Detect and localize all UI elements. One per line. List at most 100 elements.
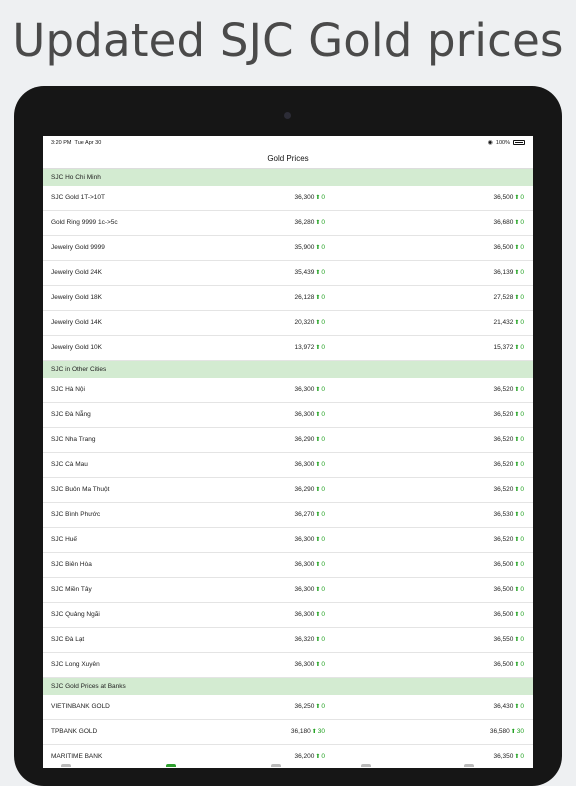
- price-row[interactable]: SJC Long Xuyên 36,300⬆0 36,500⬆0: [43, 653, 533, 678]
- sell-price: 36,520⬆0: [493, 453, 524, 477]
- up-arrow-icon: ⬆: [514, 462, 520, 468]
- price-row[interactable]: Jewelry Gold 18K 26,128⬆0 27,528⬆0: [43, 286, 533, 311]
- buy-value: 36,300: [294, 536, 315, 543]
- price-row[interactable]: Jewelry Gold 9999 35,900⬆0 36,500⬆0: [43, 236, 533, 261]
- up-arrow-icon: ⬆: [315, 387, 321, 393]
- buy-change: 0: [321, 411, 325, 418]
- buy-value: 36,280: [294, 219, 315, 226]
- price-row[interactable]: SJC Đà Nẵng 36,300⬆0 36,520⬆0: [43, 403, 533, 428]
- buy-change: 0: [321, 194, 325, 201]
- price-row[interactable]: VIETINBANK GOLD 36,250⬆0 36,430⬆0: [43, 695, 533, 720]
- sell-change: 0: [520, 411, 524, 418]
- up-arrow-icon: ⬆: [514, 662, 520, 668]
- gold-type-name: Jewelry Gold 24K: [51, 269, 102, 276]
- up-arrow-icon: ⬆: [514, 704, 520, 710]
- buy-price: 36,300⬆0: [294, 403, 325, 427]
- price-row[interactable]: SJC Bình Phước 36,270⬆0 36,530⬆0: [43, 503, 533, 528]
- gold-type-name: SJC Buôn Ma Thuột: [51, 486, 110, 493]
- tab-icon[interactable]: [61, 764, 71, 767]
- tab-icon[interactable]: [271, 764, 281, 767]
- price-row[interactable]: Jewelry Gold 10K 13,972⬆0 15,372⬆0: [43, 336, 533, 361]
- sell-value: 36,500: [493, 586, 514, 593]
- sell-value: 36,430: [493, 703, 514, 710]
- buy-price: 13,972⬆0: [294, 336, 325, 360]
- sell-price: 36,520⬆0: [493, 528, 524, 552]
- buy-change: 0: [321, 461, 325, 468]
- sell-change: 0: [520, 703, 524, 710]
- buy-change: 0: [321, 536, 325, 543]
- sell-change: 0: [520, 194, 524, 201]
- up-arrow-icon: ⬆: [315, 562, 321, 568]
- up-arrow-icon: ⬆: [510, 729, 516, 735]
- up-arrow-icon: ⬆: [514, 220, 520, 226]
- price-row[interactable]: SJC Nha Trang 36,290⬆0 36,520⬆0: [43, 428, 533, 453]
- buy-change: 0: [321, 386, 325, 393]
- buy-value: 36,300: [294, 386, 315, 393]
- up-arrow-icon: ⬆: [514, 320, 520, 326]
- price-row[interactable]: SJC Hà Nội 36,300⬆0 36,520⬆0: [43, 378, 533, 403]
- sell-price: 36,520⬆0: [493, 403, 524, 427]
- buy-price: 36,300⬆0: [294, 186, 325, 210]
- tab-icon[interactable]: [166, 764, 176, 767]
- buy-value: 36,270: [294, 511, 315, 518]
- sell-change: 0: [520, 436, 524, 443]
- price-row[interactable]: SJC Quảng Ngãi 36,300⬆0 36,500⬆0: [43, 603, 533, 628]
- sell-change: 0: [520, 319, 524, 326]
- buy-value: 36,300: [294, 586, 315, 593]
- buy-change: 0: [321, 436, 325, 443]
- price-row[interactable]: SJC Gold 1T->10T 36,300⬆0 36,500⬆0: [43, 186, 533, 211]
- sell-change: 0: [520, 636, 524, 643]
- sell-value: 36,520: [493, 461, 514, 468]
- gold-type-name: Gold Ring 9999 1c->5c: [51, 219, 118, 226]
- sell-price: 36,580⬆30: [490, 720, 524, 744]
- price-row[interactable]: SJC Buôn Ma Thuột 36,290⬆0 36,520⬆0: [43, 478, 533, 503]
- up-arrow-icon: ⬆: [315, 220, 321, 226]
- up-arrow-icon: ⬆: [315, 637, 321, 643]
- gold-type-name: SJC Miền Tây: [51, 586, 92, 593]
- price-list[interactable]: SJC Ho Chi Minh SJC Gold 1T->10T 36,300⬆0 3…: [43, 169, 533, 768]
- sell-price: 36,500⬆0: [493, 236, 524, 260]
- gold-type-name: Jewelry Gold 14K: [51, 319, 102, 326]
- sell-price: 21,432⬆0: [493, 311, 524, 335]
- status-time: 3:20 PM: [51, 140, 72, 146]
- sell-value: 36,350: [493, 753, 514, 760]
- price-row[interactable]: Jewelry Gold 24K 35,439⬆0 36,139⬆0: [43, 261, 533, 286]
- price-row[interactable]: Gold Ring 9999 1c->5c 36,280⬆0 36,680⬆0: [43, 211, 533, 236]
- up-arrow-icon: ⬆: [315, 612, 321, 618]
- tab-icon[interactable]: [464, 764, 474, 767]
- up-arrow-icon: ⬆: [315, 512, 321, 518]
- price-row[interactable]: Jewelry Gold 14K 20,320⬆0 21,432⬆0: [43, 311, 533, 336]
- buy-change: 0: [321, 753, 325, 760]
- price-row[interactable]: SJC Cà Mau 36,300⬆0 36,520⬆0: [43, 453, 533, 478]
- buy-change: 0: [321, 561, 325, 568]
- banner-title: Updated SJC Gold prices: [12, 14, 564, 67]
- buy-price: 26,128⬆0: [294, 286, 325, 310]
- buy-price: 36,290⬆0: [294, 428, 325, 452]
- price-row[interactable]: TPBANK GOLD 36,180⬆30 36,580⬆30: [43, 720, 533, 745]
- tab-icon[interactable]: [361, 764, 371, 767]
- buy-value: 36,300: [294, 661, 315, 668]
- up-arrow-icon: ⬆: [315, 245, 321, 251]
- price-row[interactable]: SJC Miền Tây 36,300⬆0 36,500⬆0: [43, 578, 533, 603]
- price-row[interactable]: SJC Huế 36,300⬆0 36,520⬆0: [43, 528, 533, 553]
- sell-value: 36,500: [493, 661, 514, 668]
- buy-value: 36,290: [294, 436, 315, 443]
- sell-price: 27,528⬆0: [493, 286, 524, 310]
- buy-change: 0: [321, 269, 325, 276]
- status-date: Tue Apr 30: [74, 140, 102, 146]
- price-row[interactable]: SJC Đà Lạt 36,320⬆0 36,550⬆0: [43, 628, 533, 653]
- nav-bar: Gold Prices: [43, 150, 533, 169]
- sell-change: 0: [520, 269, 524, 276]
- wifi-icon: ◉: [487, 140, 493, 146]
- sell-value: 36,550: [493, 636, 514, 643]
- camera-icon: [284, 112, 291, 119]
- up-arrow-icon: ⬆: [514, 612, 520, 618]
- sell-value: 36,520: [493, 486, 514, 493]
- sell-value: 36,530: [493, 511, 514, 518]
- sell-change: 0: [520, 219, 524, 226]
- sell-change: 0: [520, 461, 524, 468]
- buy-value: 36,300: [294, 611, 315, 618]
- gold-type-name: SJC Bình Phước: [51, 511, 101, 518]
- buy-price: 36,270⬆0: [294, 503, 325, 527]
- price-row[interactable]: SJC Biên Hòa 36,300⬆0 36,500⬆0: [43, 553, 533, 578]
